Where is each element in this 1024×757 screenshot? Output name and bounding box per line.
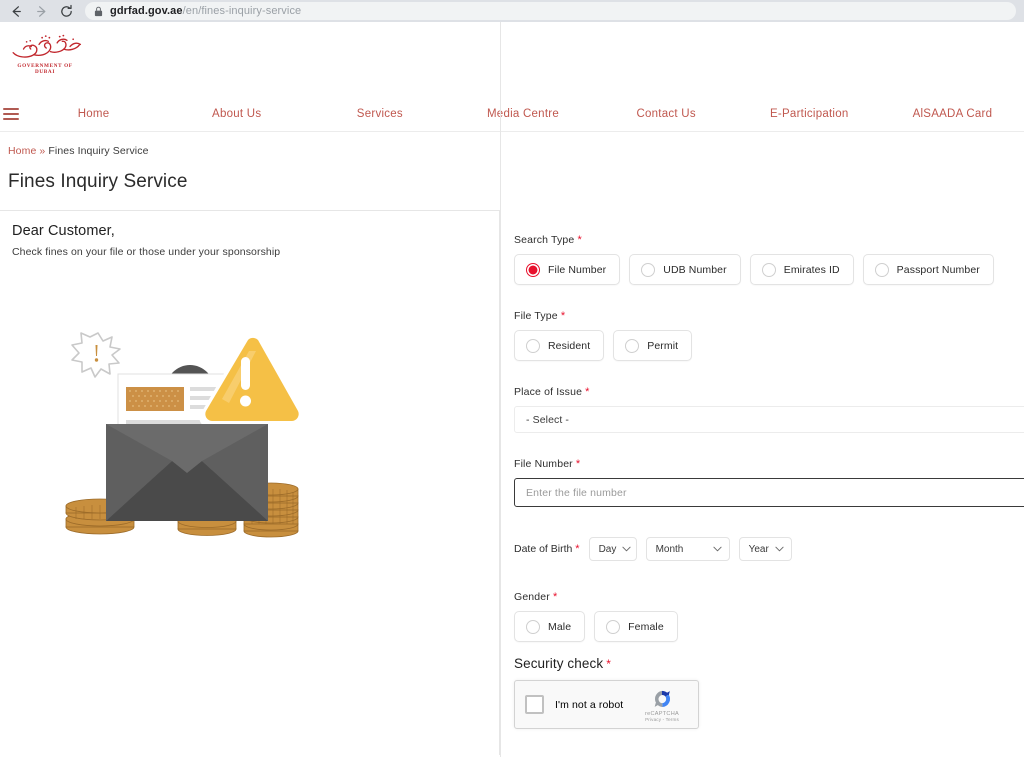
- dob-year-value: Year: [748, 543, 769, 555]
- government-of-dubai-logo[interactable]: GOVERNMENT OF DUBAI: [8, 32, 82, 75]
- nav-item-media-centre[interactable]: Media Centre: [451, 108, 594, 120]
- lock-icon: [94, 6, 103, 16]
- main-navigation: Home About Us Services Media Centre Cont…: [0, 96, 1024, 132]
- radio-file-type-resident[interactable]: Resident: [514, 330, 605, 361]
- fines-inquiry-form: Search Type * File Number UDB Number Emi…: [500, 210, 1024, 755]
- nav-item-alsaada-card[interactable]: AlSAADA Card: [881, 108, 1024, 120]
- date-of-birth-label: Date of Birth *: [514, 543, 580, 555]
- gender-label: Gender *: [514, 591, 558, 603]
- gender-options: Male Female: [514, 611, 1024, 642]
- dob-month-value: Month: [655, 543, 684, 555]
- site-header: GOVERNMENT OF DUBAI: [0, 22, 1024, 96]
- radio-dot-icon: [625, 338, 640, 353]
- radio-search-type-emirates-id[interactable]: Emirates ID: [749, 254, 854, 285]
- radio-search-type-passport-number[interactable]: Passport Number: [862, 254, 994, 285]
- place-of-issue-value: - Select -: [526, 413, 570, 426]
- fines-envelope-illustration: $$$: [62, 321, 312, 551]
- chevron-down-icon: [622, 546, 631, 552]
- search-type-options: File Number UDB Number Emirates ID Passp…: [514, 254, 1024, 285]
- required-marker: *: [553, 591, 558, 603]
- address-bar[interactable]: gdrfad.gov.ae/en/fines-inquiry-service: [85, 2, 1016, 20]
- place-of-issue-label: Place of Issue *: [514, 386, 590, 398]
- file-number-label: File Number *: [514, 458, 581, 470]
- recaptcha-label: I'm not a robot: [555, 698, 624, 711]
- browser-toolbar: gdrfad.gov.ae/en/fines-inquiry-service: [0, 0, 1024, 22]
- field-file-number: File Number * Enter the file number: [514, 458, 1024, 507]
- nav-item-home[interactable]: Home: [22, 108, 165, 120]
- required-marker: *: [575, 543, 580, 555]
- breadcrumb-separator: »: [39, 145, 46, 157]
- required-marker: *: [560, 310, 566, 322]
- nav-item-contact-us[interactable]: Contact Us: [595, 108, 738, 120]
- field-place-of-issue: Place of Issue * - Select -: [514, 386, 1024, 433]
- chevron-down-icon: [712, 546, 722, 552]
- alert-starburst-icon: [71, 332, 121, 378]
- radio-dot-icon: [761, 262, 776, 277]
- nav-item-e-participation[interactable]: E-Participation: [738, 108, 881, 120]
- greeting-description: Check fines on your file or those under …: [12, 246, 281, 258]
- file-type-options: Resident Permit: [514, 330, 1024, 361]
- panel-divider: [500, 22, 501, 757]
- page-title: Fines Inquiry Service: [8, 171, 188, 192]
- nav-items: Home About Us Services Media Centre Cont…: [0, 108, 1024, 120]
- nav-item-about-us[interactable]: About Us: [165, 108, 308, 120]
- radio-dot-icon: [874, 262, 889, 277]
- required-marker: *: [606, 657, 611, 671]
- breadcrumb: Home» Fines Inquiry Service: [0, 132, 1024, 157]
- back-arrow-icon[interactable]: [8, 3, 24, 19]
- breadcrumb-home-link[interactable]: Home: [8, 145, 36, 157]
- hamburger-menu-icon[interactable]: [3, 107, 19, 120]
- breadcrumb-current: Fines Inquiry Service: [48, 145, 149, 157]
- required-marker: *: [575, 458, 581, 470]
- recaptcha-widget[interactable]: I'm not a robot reCAPTCHA Privacy - Term…: [514, 680, 699, 729]
- field-date-of-birth: Date of Birth * Day Month Year: [514, 537, 1024, 561]
- radio-file-type-permit[interactable]: Permit: [613, 330, 693, 361]
- nav-item-services[interactable]: Services: [308, 108, 451, 120]
- dob-day-value: Day: [598, 543, 617, 555]
- radio-dot-icon: [526, 262, 540, 277]
- reload-icon[interactable]: [58, 3, 74, 19]
- forward-arrow-icon[interactable]: [33, 3, 49, 19]
- dob-month-select[interactable]: Month: [645, 537, 730, 561]
- greeting-heading: Dear Customer,: [12, 223, 115, 239]
- file-type-label: File Type *: [514, 310, 566, 322]
- field-gender: Gender * Male Female: [514, 591, 1024, 642]
- radio-dot-icon: [526, 619, 540, 634]
- radio-gender-female[interactable]: Female: [594, 611, 678, 642]
- field-security-check: Security check * I'm not a robot reCAPTCH…: [514, 656, 1024, 729]
- url-text: gdrfad.gov.ae/en/fines-inquiry-service: [110, 4, 302, 17]
- recaptcha-logo-icon: [654, 690, 671, 707]
- required-marker: *: [577, 234, 582, 246]
- search-type-label: Search Type *: [514, 234, 582, 246]
- url-host: gdrfad.gov.ae: [110, 4, 183, 17]
- chevron-down-icon: [775, 546, 784, 552]
- recaptcha-legal-text: Privacy - Terms: [645, 716, 679, 722]
- required-marker: *: [585, 386, 590, 398]
- place-of-issue-select[interactable]: - Select -: [514, 406, 1024, 433]
- dob-day-select[interactable]: Day: [588, 537, 637, 561]
- url-path: /en/fines-inquiry-service: [182, 4, 302, 17]
- radio-search-type-file-number[interactable]: File Number: [514, 254, 621, 285]
- radio-dot-icon: [606, 619, 621, 634]
- radio-dot-icon: [526, 338, 540, 353]
- field-search-type: Search Type * File Number UDB Number Emi…: [514, 234, 1024, 285]
- recaptcha-checkbox[interactable]: [525, 695, 544, 714]
- dob-year-select[interactable]: Year: [738, 537, 792, 561]
- field-file-type: File Type * Resident Permit: [514, 310, 1024, 361]
- content-area: Dear Customer, Check fines on your file …: [0, 22, 1024, 757]
- page-body: GOVERNMENT OF DUBAI Home About Us Servic…: [0, 22, 1024, 757]
- radio-gender-male[interactable]: Male: [514, 611, 586, 642]
- logo-caption: GOVERNMENT OF DUBAI: [17, 63, 73, 75]
- file-number-placeholder: Enter the file number: [526, 486, 627, 499]
- dubai-arabic-calligraphy-icon: [12, 34, 82, 58]
- recaptcha-brand: reCAPTCHA Privacy - Terms: [637, 688, 687, 722]
- radio-search-type-udb-number[interactable]: UDB Number: [629, 254, 741, 285]
- security-check-title: Security check *: [514, 656, 611, 671]
- radio-dot-icon: [641, 262, 656, 277]
- file-number-input[interactable]: Enter the file number: [514, 478, 1024, 507]
- info-panel: Dear Customer, Check fines on your file …: [0, 210, 500, 755]
